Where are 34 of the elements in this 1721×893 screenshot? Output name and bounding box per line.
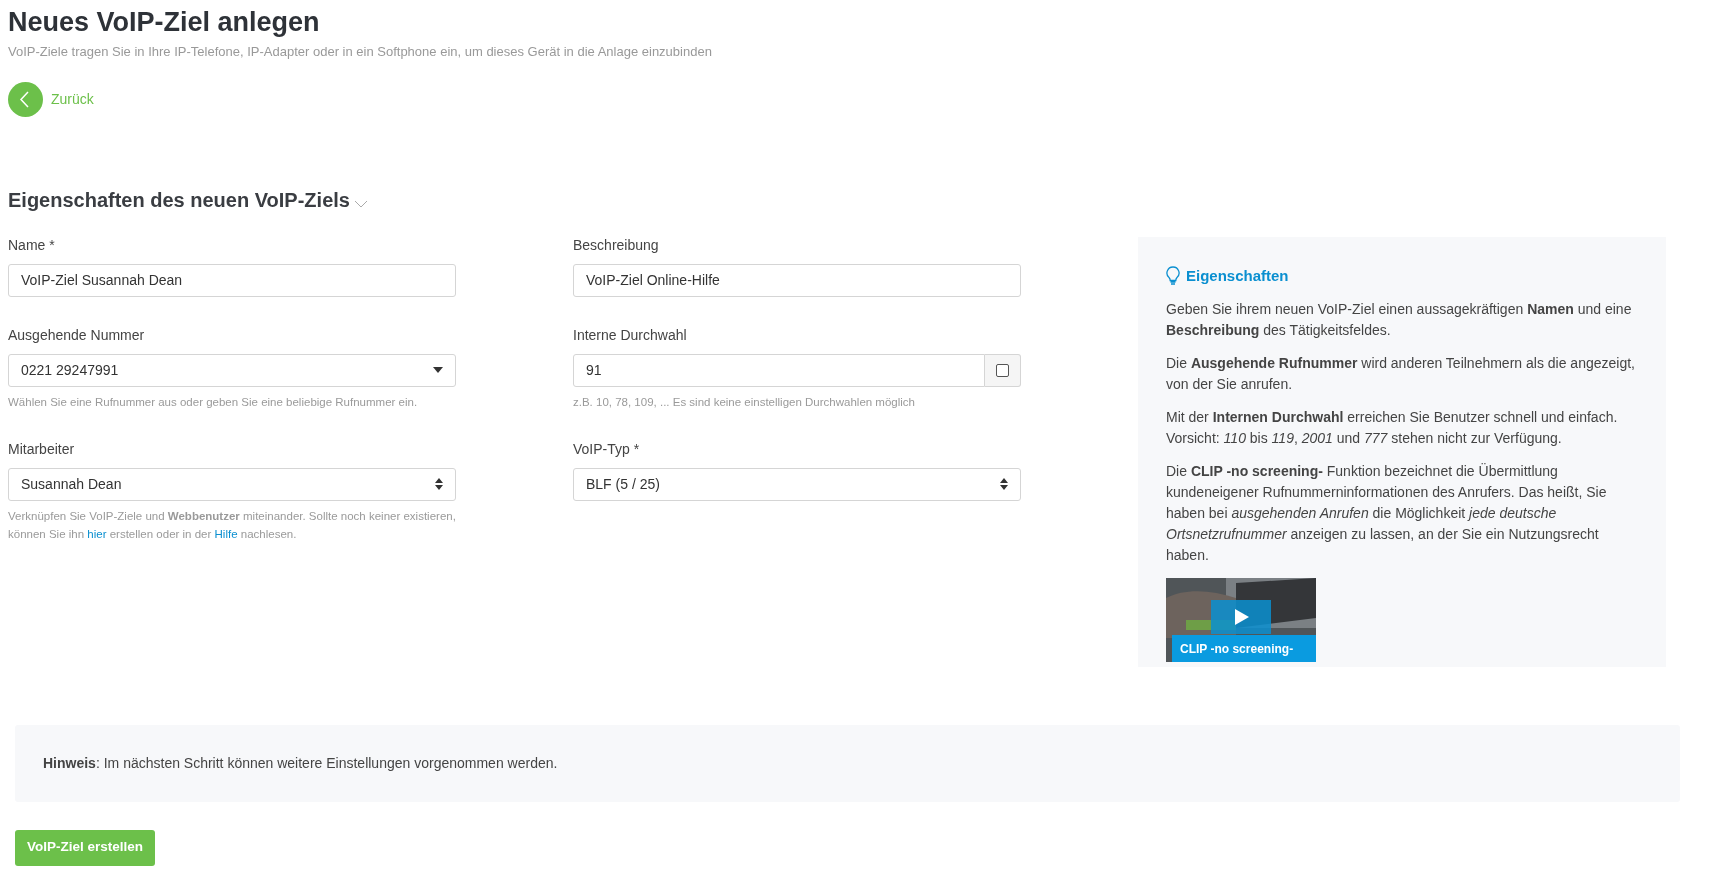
- info-paragraph: Die Ausgehende Rufnummer wird anderen Teilnehmern als die angezeigt, von der Sie anrufen.: [1166, 354, 1636, 394]
- link[interactable]: Hilfe: [214, 527, 238, 540]
- sort-icon: [435, 478, 443, 490]
- info-paragraph: Mit der Internen Durchwahl erreichen Sie Benutzer schnell und einfach. Vorsicht: 110 bis 119, 2001 und 777 stehen nicht zur Verfügung.: [1166, 408, 1619, 448]
- select-field[interactable]: BLF (5 / 25): [573, 467, 1021, 501]
- caret-icon: [433, 367, 443, 373]
- video-caption: CLIP -no screening-: [1172, 635, 1316, 662]
- field-label: Interne Durchwahl: [573, 325, 688, 345]
- help-text: Verknüpfen Sie VoIP-Ziele und Webbenutzer miteinander. Sollte noch keiner existieren, können Sie ihn hier erstellen oder in der Hilfe nachlesen.: [8, 508, 456, 542]
- lightbulb-icon: [1166, 266, 1180, 286]
- combo-box[interactable]: 0221 29247991: [8, 353, 456, 387]
- field-label: VoIP-Typ *: [573, 439, 641, 459]
- play-icon: [1211, 600, 1271, 634]
- link[interactable]: hier: [87, 527, 107, 540]
- page-title: Neues VoIP-Ziel anlegen: [8, 6, 321, 39]
- page-subtitle: VoIP-Ziele tragen Sie in Ihre IP-Telefone, IP-Adapter oder in ein Softphone ein, um dieses Gerät in die Anlage einzubinden: [8, 43, 713, 61]
- notice-text: Hinweis: Im nächsten Schritt können weitere Einstellungen vorgenommen werden.: [43, 753, 558, 773]
- field-label: Beschreibung: [573, 235, 660, 255]
- sort-icon: [1000, 478, 1008, 490]
- info-paragraph: Die CLIP -no screening- Funktion bezeichnet die Übermittlung kundeneigener Rufnummerninformationen des Anrufers. Das heißt, Sie haben bei ausgehenden Anrufen die Möglichkeit jede deutsche Ortsnetzrufnummer anzeigen zu lassen, an der Sie ein Nutzungsrecht haben.: [1166, 462, 1608, 565]
- help-text: Wählen Sie eine Rufnummer aus oder geben Sie eine beliebige Rufnummer ein.: [8, 394, 419, 410]
- panel-title: Eigenschaften: [1186, 265, 1289, 286]
- field-label: Mitarbeiter: [8, 439, 76, 459]
- text-field[interactable]: VoIP-Ziel Online-Hilfe: [573, 263, 1021, 297]
- help-text: z.B. 10, 78, 109, ... Es sind keine einstelligen Durchwahlen möglich: [573, 394, 916, 410]
- select-field[interactable]: Susannah Dean: [8, 467, 456, 501]
- info-paragraph: Geben Sie ihrem neuen VoIP-Ziel einen aussagekräftigen Namen und eine Beschreibung des Tätigkeitsfeldes.: [1166, 300, 1633, 340]
- text-field[interactable]: 91: [573, 353, 985, 387]
- text-field[interactable]: VoIP-Ziel Susannah Dean: [8, 263, 456, 297]
- field-label: Ausgehende Nummer: [8, 325, 146, 345]
- checkbox[interactable]: [996, 363, 1009, 377]
- field-label: Name *: [8, 235, 56, 255]
- back-icon: [8, 81, 43, 117]
- section-title: Eigenschaften des neuen VoIP-Ziels: [8, 187, 350, 213]
